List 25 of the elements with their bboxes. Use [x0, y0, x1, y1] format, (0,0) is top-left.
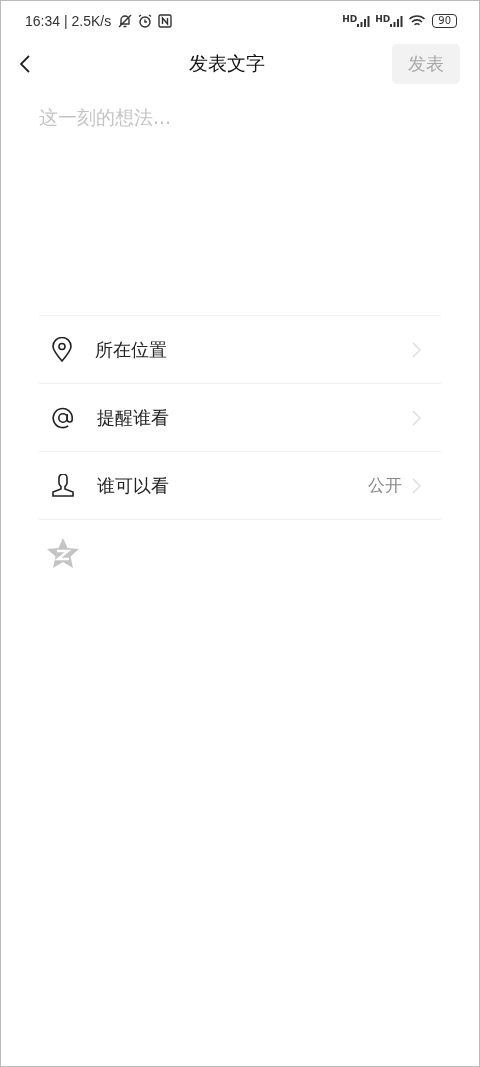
option-label: 提醒谁看 [97, 405, 169, 430]
signal-icon [357, 15, 372, 27]
option-label: 谁可以看 [97, 473, 169, 498]
person-icon [51, 473, 75, 498]
chevron-right-icon [412, 409, 421, 426]
page-title: 发表文字 [187, 51, 266, 76]
mute-bell-icon [117, 13, 134, 29]
chevron-right-icon [412, 341, 421, 358]
nfc-icon [157, 13, 174, 29]
option-row[interactable]: 谁可以看 公开 [39, 452, 441, 520]
signal-icon [390, 15, 405, 27]
option-row[interactable]: 提醒谁看 [39, 384, 441, 452]
star-toggle-icon[interactable] [46, 537, 80, 569]
location-pin-icon [51, 336, 73, 363]
option-value: 公开 [368, 474, 402, 497]
option-row[interactable]: 所在位置 [39, 316, 441, 384]
battery-indicator: 90 [432, 14, 457, 28]
hd-label: HD [375, 15, 391, 24]
status-time: 16:34 | 2.5K/s [25, 13, 112, 29]
chevron-right-icon [412, 477, 421, 494]
wifi-icon [408, 14, 427, 28]
alarm-icon [137, 13, 154, 29]
hd-label: HD [342, 15, 358, 24]
at-sign-icon [51, 405, 75, 430]
option-label: 所在位置 [95, 337, 167, 362]
